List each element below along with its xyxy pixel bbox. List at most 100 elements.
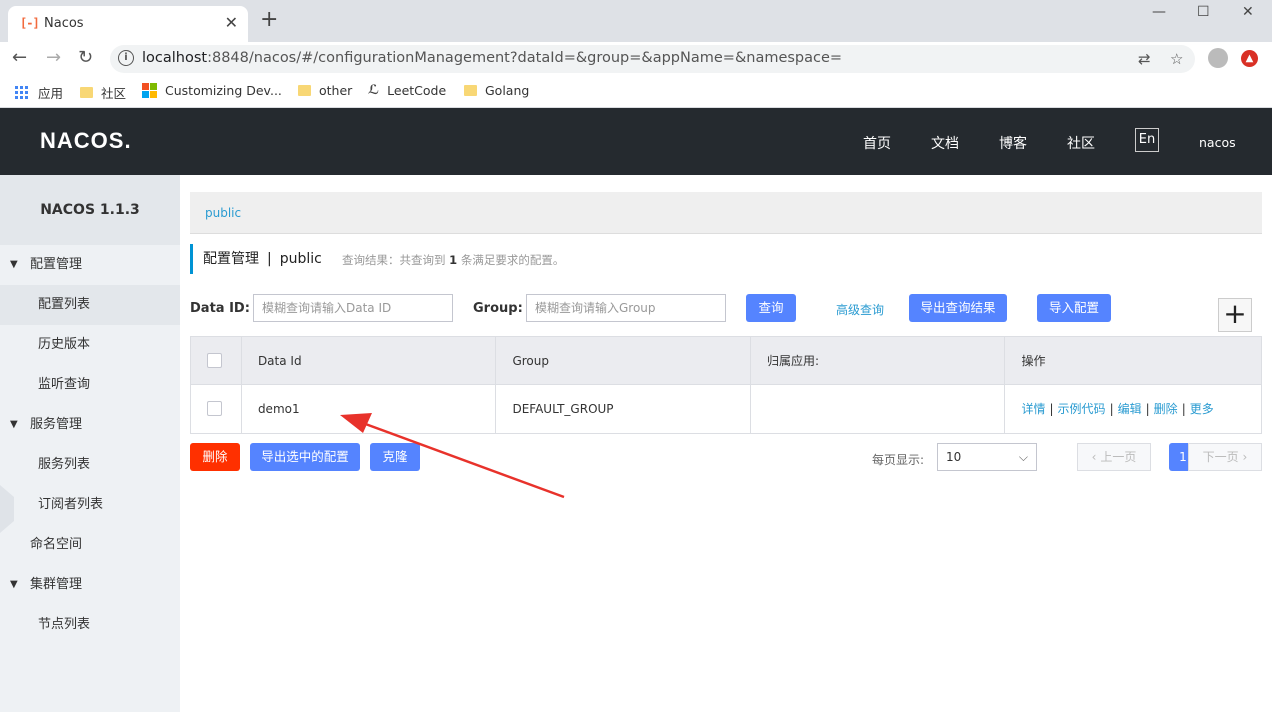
row-select-cell	[191, 385, 242, 433]
minimize-icon[interactable]: —	[1152, 4, 1166, 20]
chevron-right-icon: ›	[1242, 450, 1248, 464]
sidebar-item-namespace[interactable]: 命名空间	[0, 525, 180, 565]
cell-ops: 详情 | 示例代码 | 编辑 | 删除 | 更多	[1021, 402, 1214, 416]
folder-icon	[464, 85, 477, 96]
prev-page-button[interactable]: ‹ 上一页	[1077, 443, 1151, 471]
bookmark-leetcode[interactable]: ℒ LeetCode	[368, 83, 446, 98]
apps-icon	[15, 86, 28, 99]
microsoft-icon	[142, 83, 157, 98]
caret-down-icon: ▼	[10, 259, 18, 270]
nacos-favicon-icon: [-]	[20, 16, 40, 30]
op-detail-link[interactable]: 详情	[1021, 402, 1045, 416]
column-header-app[interactable]: 归属应用:	[751, 337, 1006, 385]
sidebar-group-service[interactable]: ▼ 服务管理	[0, 405, 180, 445]
nav-home[interactable]: 首页	[863, 133, 891, 153]
namespace-tab-public[interactable]: public	[205, 206, 241, 220]
user-name[interactable]: nacos	[1199, 135, 1236, 150]
column-header-dataid[interactable]: Data Id	[242, 337, 497, 385]
chevron-down-icon: ⌵	[1018, 450, 1028, 464]
clone-button[interactable]: 克隆	[370, 443, 420, 471]
op-edit-link[interactable]: 编辑	[1118, 402, 1142, 416]
bookmark-customizing-dev[interactable]: Customizing Dev...	[142, 83, 282, 98]
cell-group: DEFAULT_GROUP	[496, 385, 751, 433]
advanced-search-link[interactable]: 高级查询	[836, 301, 884, 318]
extension-icon[interactable]: ▲	[1241, 50, 1258, 67]
url-text: localhost:8848/nacos/#/configurationMana…	[142, 50, 843, 66]
op-sample-code-link[interactable]: 示例代码	[1058, 402, 1106, 416]
select-all-checkbox[interactable]	[207, 353, 222, 368]
nacos-logo[interactable]: NACOS.	[40, 128, 132, 154]
caret-down-icon: ▼	[10, 579, 18, 590]
sidebar-item-config-list[interactable]: 配置列表	[0, 285, 180, 325]
maximize-icon[interactable]: ☐	[1197, 4, 1210, 20]
back-icon[interactable]: ←	[12, 47, 27, 68]
browser-tabstrip: [-] Nacos ✕ + — ☐ ✕	[0, 0, 1272, 42]
export-selected-button[interactable]: 导出选中的配置	[250, 443, 360, 471]
language-toggle-button[interactable]: En	[1135, 128, 1159, 152]
column-header-group[interactable]: Group	[496, 337, 751, 385]
table-header: Data Id Group 归属应用: 操作	[191, 337, 1261, 385]
sidebar-group-cluster[interactable]: ▼ 集群管理	[0, 565, 180, 605]
reload-icon[interactable]: ↻	[78, 47, 93, 68]
profile-avatar-icon[interactable]	[1208, 48, 1228, 68]
dataid-label: Data ID:	[190, 301, 250, 316]
main-content: public 配置管理 | public 查询结果：共查询到 1 条满足要求的配置。…	[180, 175, 1272, 712]
window-close-icon[interactable]: ✕	[1242, 4, 1254, 20]
dataid-search-input[interactable]: 模糊查询请输入Data ID	[253, 294, 453, 322]
nav-blog[interactable]: 博客	[999, 133, 1027, 153]
bookmark-golang[interactable]: Golang	[464, 83, 529, 98]
bookmark-star-icon[interactable]: ☆	[1170, 50, 1183, 68]
config-table: Data Id Group 归属应用: 操作 demo1 DEFAULT_GRO…	[190, 336, 1262, 434]
page-title: 配置管理 | public	[190, 244, 322, 274]
export-results-button[interactable]: 导出查询结果	[909, 294, 1007, 322]
next-page-button[interactable]: 下一页 ›	[1188, 443, 1262, 471]
page-size-select[interactable]: 10 ⌵	[937, 443, 1037, 471]
search-button[interactable]: 查询	[746, 294, 796, 322]
chevron-left-icon: ‹	[1091, 450, 1097, 464]
sidebar: NACOS 1.1.3 ▼ 配置管理 配置列表 历史版本 监听查询 ▼ 服务管理…	[0, 175, 180, 712]
sidebar-item-history[interactable]: 历史版本	[0, 325, 180, 365]
group-label: Group:	[473, 301, 523, 316]
browser-tab[interactable]: [-] Nacos ✕	[8, 6, 248, 42]
nav-docs[interactable]: 文档	[931, 133, 959, 153]
column-header-ops: 操作	[1021, 354, 1046, 368]
sidebar-group-config[interactable]: ▼ 配置管理	[0, 245, 180, 285]
namespace-bar: public	[190, 192, 1262, 234]
leetcode-icon: ℒ	[368, 83, 380, 98]
delete-button[interactable]: 删除	[190, 443, 240, 471]
bookmarks-bar: 应用 社区 Customizing Dev... other ℒ LeetCod…	[0, 76, 1272, 108]
sidebar-item-service-list[interactable]: 服务列表	[0, 445, 180, 485]
table-row: demo1 DEFAULT_GROUP 详情 | 示例代码 | 编辑 | 删除 | 更多	[191, 385, 1261, 433]
sidebar-item-subscribers[interactable]: 订阅者列表	[0, 485, 180, 525]
nav-community[interactable]: 社区	[1067, 133, 1095, 153]
sidebar-item-listener-query[interactable]: 监听查询	[0, 365, 180, 405]
new-tab-icon[interactable]: +	[260, 9, 278, 31]
select-all-cell	[191, 337, 242, 385]
site-info-icon[interactable]: i	[118, 50, 134, 66]
folder-icon	[298, 85, 311, 96]
caret-down-icon: ▼	[10, 419, 18, 430]
cell-dataid: demo1	[242, 385, 497, 433]
browser-navbar: ← → ↻ i localhost:8848/nacos/#/configura…	[0, 42, 1272, 76]
forward-icon[interactable]: →	[46, 47, 61, 68]
sidebar-item-node-list[interactable]: 节点列表	[0, 605, 180, 645]
query-result-text: 查询结果：共查询到 1 条满足要求的配置。	[342, 253, 565, 267]
tab-close-icon[interactable]: ✕	[225, 13, 238, 32]
import-config-button[interactable]: 导入配置	[1037, 294, 1111, 322]
row-checkbox[interactable]	[207, 401, 222, 416]
tab-title: Nacos	[44, 16, 84, 31]
group-search-input[interactable]: 模糊查询请输入Group	[526, 294, 726, 322]
add-config-button[interactable]: +	[1218, 298, 1252, 332]
page-size-label: 每页显示:	[872, 453, 925, 467]
bookmark-community[interactable]: 社区	[80, 83, 126, 102]
app-header: NACOS. 首页 文档 博客 社区 En nacos	[0, 108, 1272, 175]
folder-icon	[80, 87, 93, 98]
sidebar-title: NACOS 1.1.3	[0, 175, 180, 245]
cell-app	[751, 385, 1006, 433]
address-bar[interactable]: i localhost:8848/nacos/#/configurationMa…	[110, 45, 1195, 73]
translate-icon[interactable]: ⇄	[1138, 50, 1151, 68]
op-delete-link[interactable]: 删除	[1154, 402, 1178, 416]
op-more-link[interactable]: 更多	[1190, 402, 1214, 416]
bookmark-other[interactable]: other	[298, 83, 352, 98]
bookmark-apps[interactable]: 应用	[15, 83, 63, 102]
